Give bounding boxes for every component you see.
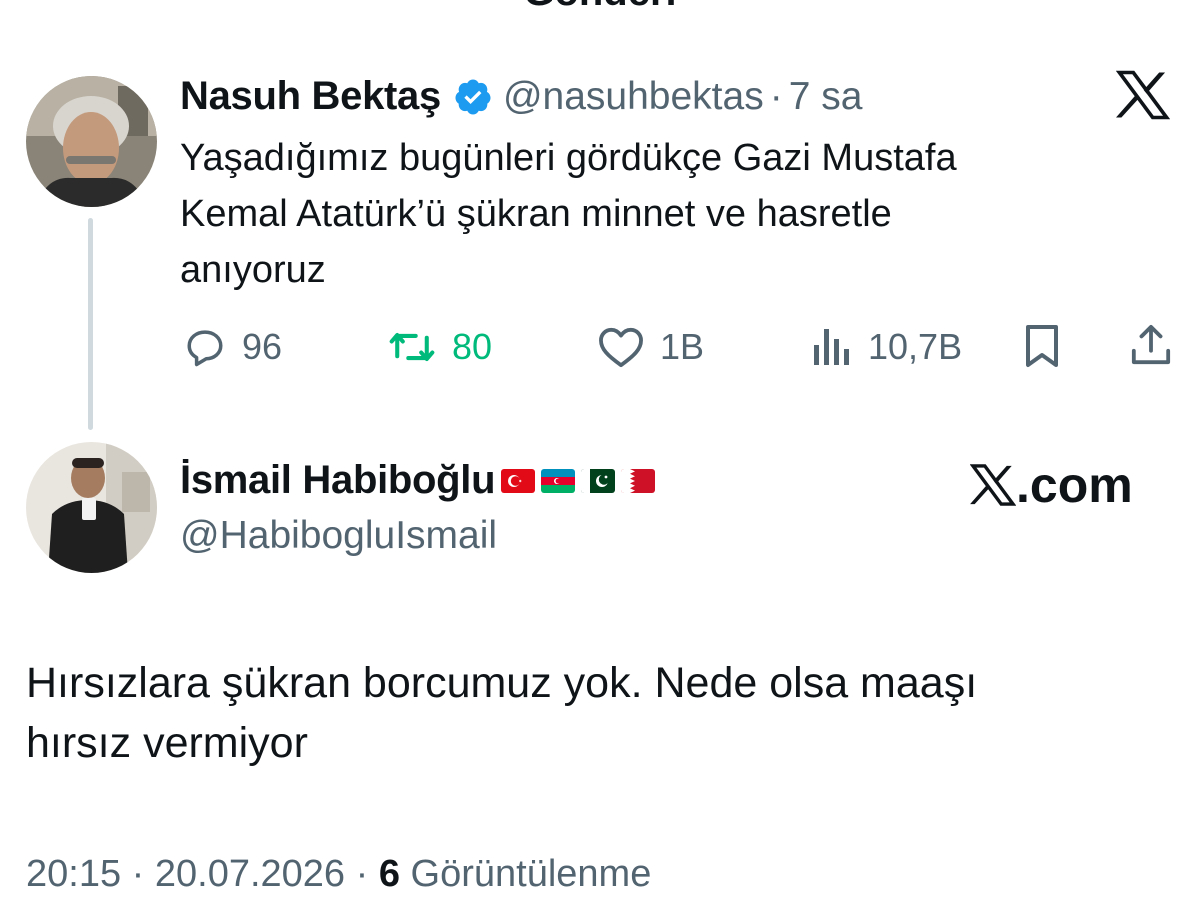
tweet-text-line: Yaşadığımız bugünleri gördükçe Gazi Must… (180, 137, 957, 179)
thread-connector-line (88, 218, 93, 430)
reply-count: 96 (242, 326, 283, 367)
x-logo-icon (970, 464, 1016, 506)
retweet-count: 80 (452, 326, 493, 367)
bahrain-flag-icon (621, 468, 656, 493)
x-com-watermark: .com (970, 456, 1133, 514)
reply-button[interactable]: 96 (184, 324, 282, 370)
azerbaijan-flag-icon (541, 468, 576, 493)
tweet-text-line: Kemal Atatürk’ü şükran minnet ve hasretl… (180, 193, 892, 235)
turkey-flag-icon (501, 468, 536, 493)
reply-text-line: Hırsızlara şükran borcumuz yok. Nede ols… (26, 659, 978, 707)
reply-author-name[interactable]: İsmail Habiboğlu (180, 458, 496, 503)
retweet-icon (389, 332, 435, 362)
like-button[interactable]: 1B (598, 324, 704, 370)
heart-icon (599, 327, 643, 368)
views-number: 6 (378, 853, 400, 895)
separator-dot: · (769, 74, 783, 118)
post-date[interactable]: 20.07.2026 (155, 853, 345, 895)
author-name[interactable]: Nasuh Bektaş (180, 74, 441, 119)
separator-dot: · (131, 853, 145, 895)
avatar-ismail[interactable] (26, 442, 157, 573)
views-label: Görüntülenme (410, 853, 652, 895)
tweet-meta-footer: 20:15 · 20.07.2026 · 6 Görüntülenme (26, 853, 651, 896)
watermark-text: .com (1016, 457, 1133, 513)
views-count: 10,7B (868, 326, 963, 367)
page-title: Gönderi (0, 0, 1200, 15)
reply-text-line: hırsız vermiyor (26, 719, 308, 767)
reply-body: Hırsızlara şükran borcumuz yok. Nede ols… (26, 653, 1166, 773)
tweet-time[interactable]: 7 sa (789, 75, 863, 119)
reply-icon (187, 330, 223, 367)
reply-author-row: İsmail Habiboğlu (180, 458, 656, 503)
tweet-header: Nasuh Bektaş @nasuhbektas · 7 sa (180, 74, 862, 119)
tweet-body: Yaşadığımız bugünleri gördükçe Gazi Must… (180, 130, 1140, 298)
retweet-button[interactable]: 80 (388, 324, 492, 370)
bookmark-icon[interactable] (1023, 324, 1061, 368)
post-time[interactable]: 20:15 (26, 853, 121, 895)
views-button[interactable]: 10,7B (812, 324, 962, 370)
tweet-text-line: anıyoruz (180, 249, 326, 291)
share-icon[interactable] (1130, 324, 1172, 366)
views-chart-icon (814, 329, 849, 365)
like-count: 1B (660, 326, 705, 367)
author-handle[interactable]: @nasuhbektas (503, 75, 764, 119)
pakistan-flag-icon (581, 468, 616, 493)
x-logo-icon (1116, 70, 1170, 120)
reply-author-handle[interactable]: @HabibogluIsmail (180, 514, 497, 558)
separator-dot: · (355, 853, 369, 895)
avatar-nasuh[interactable] (26, 76, 157, 207)
verified-badge-icon (455, 79, 491, 114)
